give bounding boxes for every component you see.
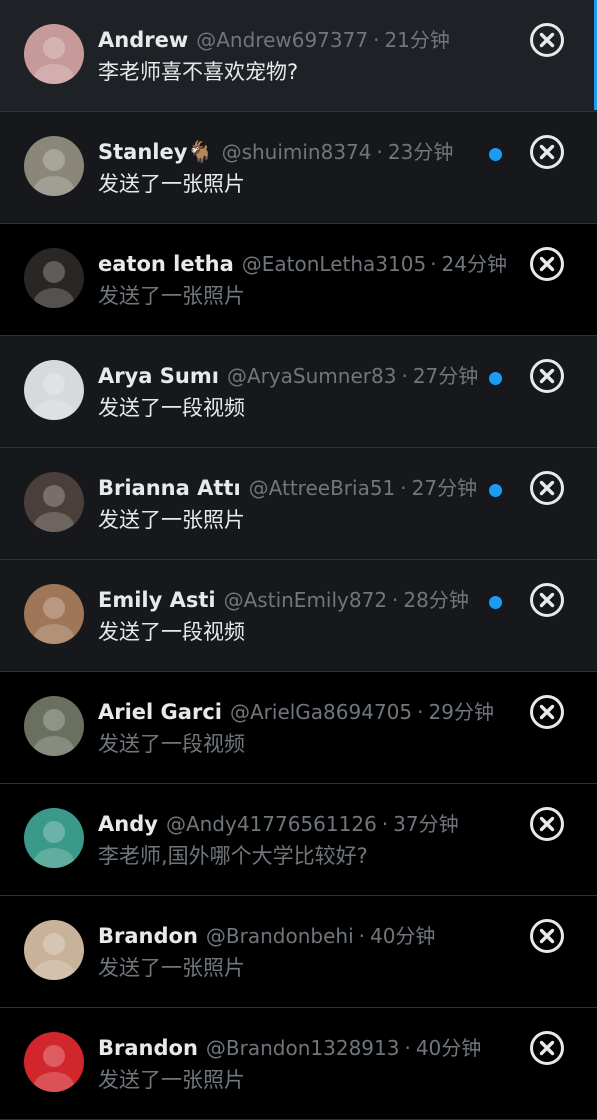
conversation-item[interactable]: Brandon @Brandonbehi · 40分钟 发送了一张照片 — [0, 896, 597, 1008]
close-circle-icon[interactable] — [529, 1030, 565, 1066]
close-circle-icon[interactable] — [529, 694, 565, 730]
user-handle: @Brandon1328913 — [205, 1036, 400, 1060]
separator-dot: · — [392, 588, 399, 612]
message-preview: 发送了一段视频 — [98, 396, 245, 420]
close-circle-icon[interactable] — [529, 22, 565, 58]
timestamp: 28分钟 — [403, 588, 469, 612]
timestamp: 29分钟 — [428, 700, 494, 724]
conversation-header: Brandon @Brandon1328913 · 40分钟 — [98, 1032, 507, 1064]
separator-dot: · — [417, 700, 424, 724]
conversation-item[interactable]: Andy @Andy41776561126 · 37分钟 李老师,国外哪个大学比… — [0, 784, 597, 896]
user-name: Stanley🐐 — [98, 140, 214, 164]
close-circle-icon[interactable] — [529, 806, 565, 842]
conversation-list: Andrew @Andrew697377 · 21分钟 李老师喜不喜欢宠物? S… — [0, 0, 597, 1120]
message-preview: 发送了一张照片 — [98, 284, 245, 308]
conversation-header: eaton letha @EatonLetha3105 · 24分钟 — [98, 248, 507, 280]
close-circle-icon[interactable] — [529, 246, 565, 282]
separator-dot: · — [401, 364, 408, 388]
separator-dot: · — [381, 812, 389, 836]
timestamp: 27分钟 — [411, 476, 478, 500]
conversation-item[interactable]: Andrew @Andrew697377 · 21分钟 李老师喜不喜欢宠物? — [0, 0, 597, 112]
separator-dot: · — [373, 28, 380, 52]
close-circle-icon[interactable] — [529, 470, 565, 506]
conversation-item[interactable]: Emily Asti @AstinEmily872 · 28分钟 发送了一段视频 — [0, 560, 597, 672]
conversation-item[interactable]: Brandon @Brandon1328913 · 40分钟 发送了一张照片 — [0, 1008, 597, 1120]
avatar[interactable] — [24, 360, 84, 420]
message-preview: 发送了一张照片 — [98, 508, 245, 532]
unread-dot — [489, 484, 502, 497]
timestamp: 24分钟 — [441, 252, 507, 276]
unread-dot — [489, 148, 502, 161]
message-preview: 发送了一段视频 — [98, 732, 245, 756]
timestamp: 23分钟 — [387, 140, 454, 164]
avatar[interactable] — [24, 472, 84, 532]
conversation-header: Brandon @Brandonbehi · 40分钟 — [98, 920, 507, 952]
avatar[interactable] — [24, 1032, 84, 1092]
message-preview: 李老师,国外哪个大学比较好? — [98, 844, 368, 868]
user-handle: @AttreeBria51 — [248, 476, 396, 500]
conversation-header: Andy @Andy41776561126 · 37分钟 — [98, 808, 507, 840]
conversation-header: Andrew @Andrew697377 · 21分钟 — [98, 24, 507, 56]
unread-dot — [489, 372, 502, 385]
avatar[interactable] — [24, 696, 84, 756]
user-handle: @EatonLetha3105 — [241, 252, 426, 276]
avatar[interactable] — [24, 24, 84, 84]
avatar[interactable] — [24, 136, 84, 196]
close-circle-icon[interactable] — [529, 918, 565, 954]
user-name: Arya Sumı — [98, 364, 219, 388]
separator-dot: · — [430, 252, 437, 276]
timestamp: 40分钟 — [369, 924, 436, 948]
user-name: Brandon — [98, 924, 198, 948]
user-name: Andy — [98, 812, 158, 836]
conversation-header: Brianna Attı @AttreeBria51 · 27分钟 — [98, 472, 507, 504]
message-preview: 发送了一张照片 — [98, 956, 245, 980]
user-name: Emily Asti — [98, 588, 216, 612]
message-preview: 发送了一张照片 — [98, 1068, 245, 1092]
user-name: Brandon — [98, 1036, 198, 1060]
timestamp: 40分钟 — [415, 1036, 482, 1060]
separator-dot: · — [400, 476, 407, 500]
conversation-item[interactable]: Stanley🐐 @shuimin8374 · 23分钟 发送了一张照片 — [0, 112, 597, 224]
conversation-header: Stanley🐐 @shuimin8374 · 23分钟 — [98, 136, 507, 168]
message-preview: 李老师喜不喜欢宠物? — [98, 60, 299, 84]
user-name: Brianna Attı — [98, 476, 241, 500]
user-name: Andrew — [98, 28, 189, 52]
conversation-header: Ariel Garci @ArielGa8694705 · 29分钟 — [98, 696, 507, 728]
separator-dot: · — [358, 924, 365, 948]
timestamp: 37分钟 — [393, 812, 459, 836]
conversation-item[interactable]: eaton letha @EatonLetha3105 · 24分钟 发送了一张… — [0, 224, 597, 336]
conversation-item[interactable]: Arya Sumı @AryaSumner83 · 27分钟 发送了一段视频 — [0, 336, 597, 448]
avatar[interactable] — [24, 584, 84, 644]
conversation-header: Emily Asti @AstinEmily872 · 28分钟 — [98, 584, 507, 616]
user-handle: @Andy41776561126 — [165, 812, 377, 836]
message-preview: 发送了一段视频 — [98, 620, 245, 644]
separator-dot: · — [376, 140, 383, 164]
user-name: eaton letha — [98, 252, 234, 276]
user-handle: @ArielGa8694705 — [229, 700, 413, 724]
conversation-item[interactable]: Brianna Attı @AttreeBria51 · 27分钟 发送了一张照… — [0, 448, 597, 560]
separator-dot: · — [404, 1036, 411, 1060]
user-name: Ariel Garci — [98, 700, 222, 724]
conversation-item[interactable]: Ariel Garci @ArielGa8694705 · 29分钟 发送了一段… — [0, 672, 597, 784]
timestamp: 21分钟 — [384, 28, 450, 52]
avatar[interactable] — [24, 808, 84, 868]
close-circle-icon[interactable] — [529, 582, 565, 618]
close-circle-icon[interactable] — [529, 358, 565, 394]
user-handle: @AstinEmily872 — [223, 588, 388, 612]
timestamp: 27分钟 — [412, 364, 479, 388]
user-handle: @AryaSumner83 — [226, 364, 397, 388]
user-handle: @Brandonbehi — [205, 924, 354, 948]
message-preview: 发送了一张照片 — [98, 172, 245, 196]
close-circle-icon[interactable] — [529, 134, 565, 170]
conversation-header: Arya Sumı @AryaSumner83 · 27分钟 — [98, 360, 507, 392]
avatar[interactable] — [24, 248, 84, 308]
unread-dot — [489, 596, 502, 609]
user-handle: @shuimin8374 — [221, 140, 372, 164]
user-handle: @Andrew697377 — [196, 28, 369, 52]
avatar[interactable] — [24, 920, 84, 980]
